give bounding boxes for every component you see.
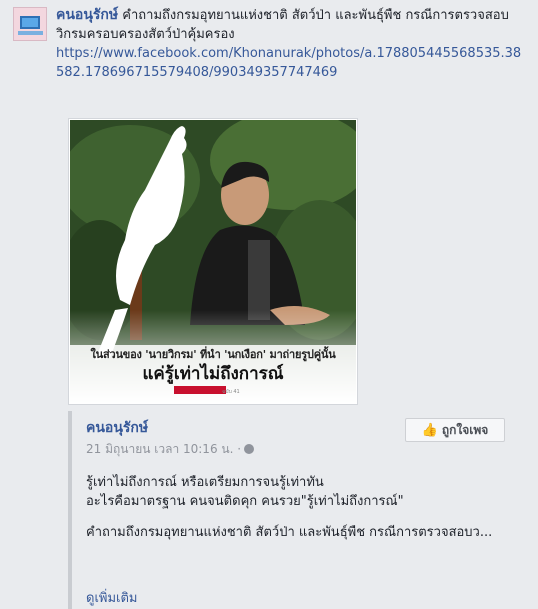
thumbs-up-icon: 👍 (421, 422, 438, 438)
post-url-link[interactable]: https://www.facebook.com/Khonanurak/phot… (56, 44, 526, 82)
quoted-body-line2: อะไรคือมาตรฐาน คนจนติดคุก คนรวย"รู้เท่าไ… (86, 494, 404, 509)
monitor-icon (20, 16, 40, 29)
globe-icon (244, 444, 255, 454)
quoted-body-line1: รู้เท่าไม่ถึงการณ์ หรือเตรียมการจนรู้เท่… (86, 475, 324, 490)
see-more-link[interactable]: ดูเพิ่มเติม (86, 587, 137, 608)
post-message: คำถามถึงกรมอุทยานแห่งชาติ สัตว์ป่า และพั… (56, 8, 509, 42)
like-page-label: ถูกใจเพจ (441, 422, 489, 437)
publication-badge-sub: ฉบับ 41 (222, 389, 240, 395)
quoted-post-meta: 21 มิถุนายน เวลา 10:16 น. · (86, 440, 255, 459)
quoted-post: คนอนุรักษ์ 21 มิถุนายน เวลา 10:16 น. · 👍… (68, 411, 518, 609)
page-avatar[interactable] (13, 7, 47, 41)
quoted-post-author[interactable]: คนอนุรักษ์ (86, 417, 148, 439)
publication-badge (174, 386, 226, 394)
quoted-post-body: รู้เท่าไม่ถึงการณ์ หรือเตรียมการจนรู้เท่… (86, 473, 506, 554)
shared-photo[interactable]: ในส่วนของ 'นายวิกรม' ที่นำ 'นกเงือก' มาถ… (70, 120, 356, 404)
post-text: คนอนุรักษ์ คำถามถึงกรมอุทยานแห่งชาติ สัต… (56, 6, 526, 82)
shared-photo-card[interactable]: ในส่วนของ 'นายวิกรม' ที่นำ 'นกเงือก' มาถ… (68, 118, 358, 405)
quoted-body-para2: คำถามถึงกรมอุทยานแห่งชาติ สัตว์ป่า และพั… (86, 525, 493, 540)
photo-caption-line2: แค่รู้เท่าไม่ถึงการณ์ (142, 364, 284, 384)
quoted-post-date[interactable]: 21 มิถุนายน เวลา 10:16 น. · (86, 442, 241, 456)
like-page-button[interactable]: 👍 ถูกใจเพจ (405, 418, 505, 442)
post-author-link[interactable]: คนอนุรักษ์ (56, 7, 118, 23)
